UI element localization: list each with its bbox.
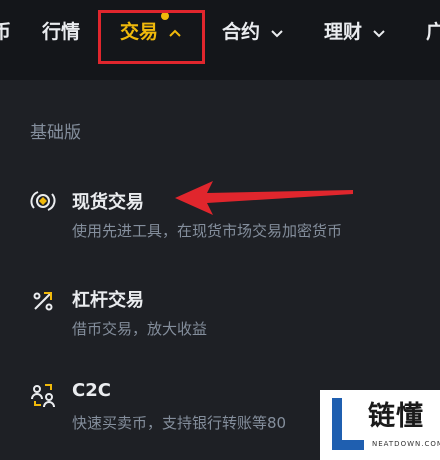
annotation-highlight-box — [98, 10, 205, 64]
nav-item-markets[interactable]: 行情 — [42, 18, 80, 46]
watermark-l-icon — [332, 398, 364, 450]
nav-item-futures[interactable]: 合约 — [222, 18, 284, 46]
nav-item-square[interactable]: 广 — [426, 18, 440, 46]
chevron-down-icon — [372, 29, 385, 37]
nav-item-coin[interactable]: 币 — [0, 18, 11, 46]
menu-item-margin-trading[interactable]: 杠杆交易 借币交易，放大收益 — [0, 282, 440, 352]
menu-item-description: 快速买卖币，支持银行转账等80 — [72, 414, 287, 432]
watermark-logo: 链懂 NEATDOWN.COM — [320, 390, 440, 460]
menu-item-title: 现货交易 — [72, 192, 144, 213]
margin-trading-icon — [33, 292, 53, 311]
chevron-down-icon — [270, 29, 283, 37]
menu-item-description: 使用先进工具，在现货市场交易加密货币 — [72, 222, 343, 240]
top-nav: 币 行情 交易 合约 理财 广 — [0, 0, 440, 80]
spot-trading-icon — [30, 191, 56, 211]
menu-item-title: 杠杆交易 — [72, 290, 144, 311]
section-label-basic: 基础版 — [30, 123, 81, 143]
menu-item-title: C2C — [72, 380, 111, 401]
c2c-icon — [31, 384, 55, 408]
annotation-arrow-icon — [175, 181, 353, 215]
nav-item-earn[interactable]: 理财 — [324, 18, 386, 46]
menu-item-description: 借币交易，放大收益 — [72, 320, 208, 338]
